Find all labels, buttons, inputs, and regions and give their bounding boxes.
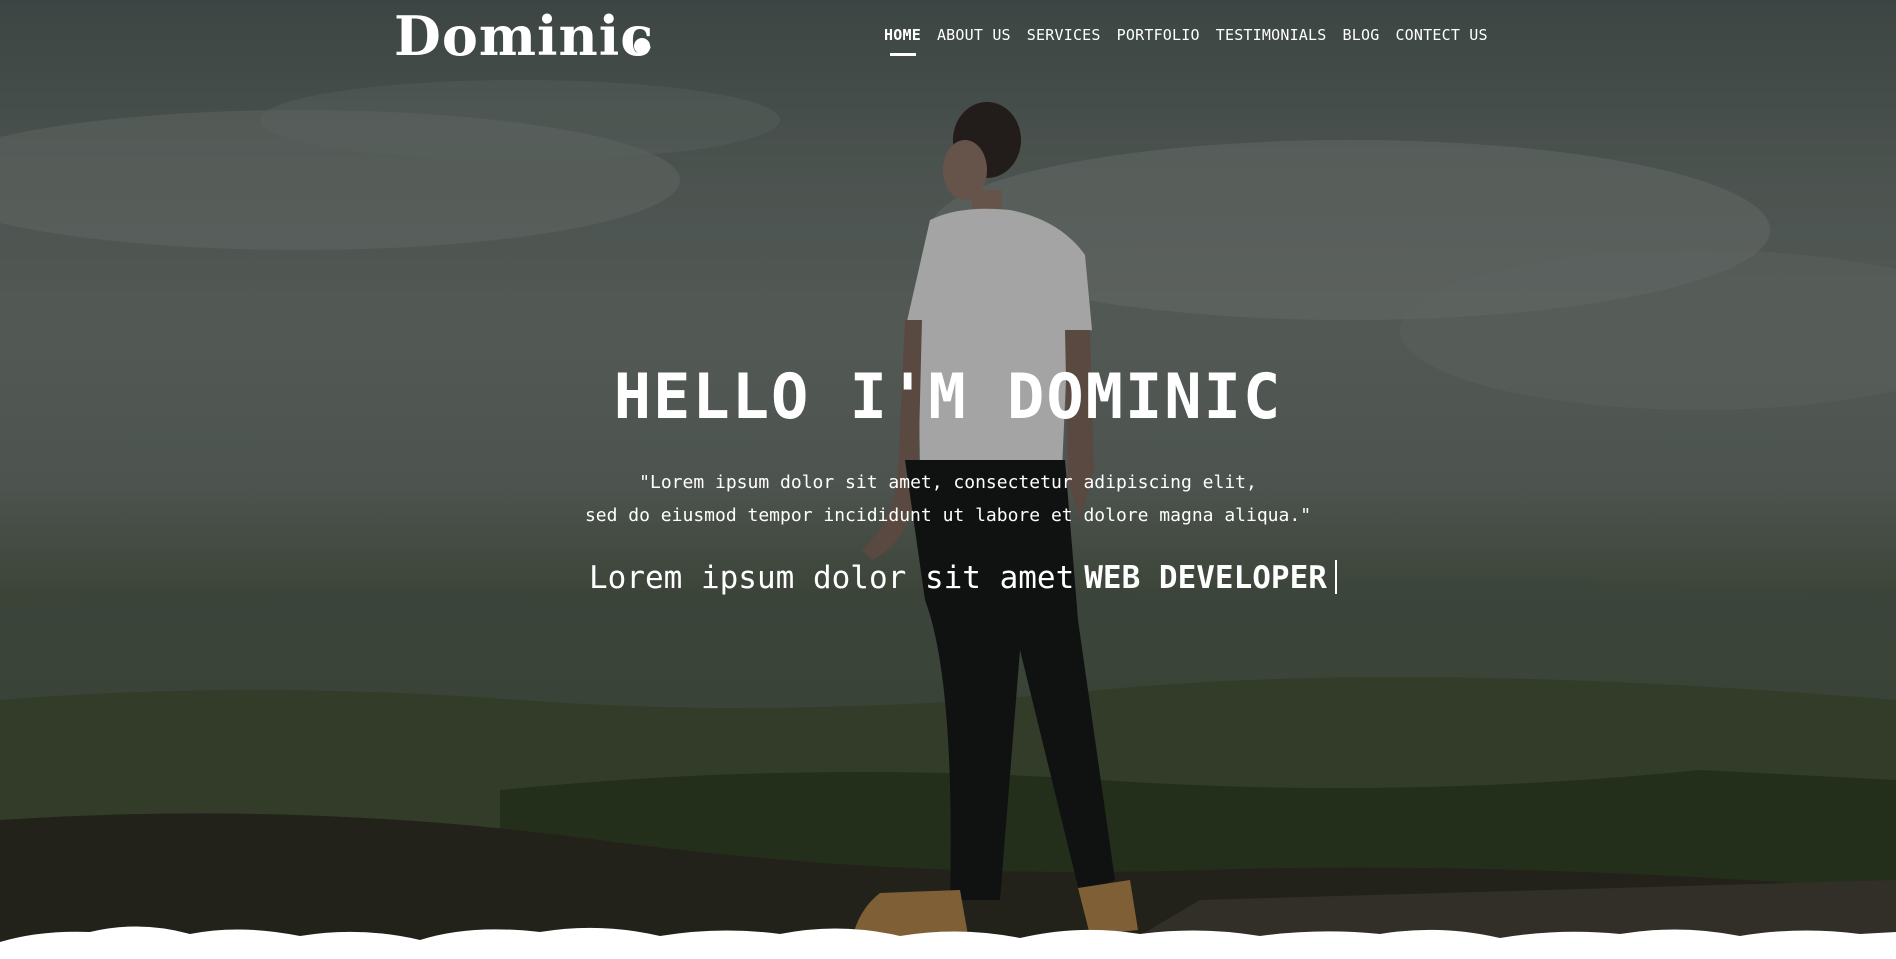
hero-tagline: Lorem ipsum dolor sit amet WEB DEVELOPER <box>589 560 1337 596</box>
bottom-wave-divider <box>0 926 1896 959</box>
nav-blog[interactable]: BLOG <box>1343 26 1380 44</box>
logo-dot <box>634 38 650 54</box>
hero-quote: "Lorem ipsum dolor sit amet, consectetur… <box>0 466 1896 532</box>
tagline-prefix: Lorem ipsum dolor sit amet <box>589 560 1075 596</box>
nav-testimonials[interactable]: TESTIMONIALS <box>1216 26 1327 44</box>
nav-home[interactable]: HOME <box>884 26 921 56</box>
tagline-role: WEB DEVELOPER <box>1084 560 1327 596</box>
hero-quote-line-2: sed do eiusmod tempor incididunt ut labo… <box>584 505 1312 526</box>
hero-headline: HELLO I'M DOMINIC <box>613 360 1283 433</box>
typing-cursor <box>1334 560 1337 594</box>
nav-portfolio[interactable]: PORTFOLIO <box>1117 26 1200 44</box>
site-logo[interactable]: Dominic <box>394 4 654 68</box>
nav-contact-us[interactable]: CONTECT US <box>1395 26 1487 44</box>
nav-about-us[interactable]: ABOUT US <box>937 26 1011 44</box>
main-nav: HOME ABOUT US SERVICES PORTFOLIO TESTIMO… <box>884 26 1504 56</box>
nav-services[interactable]: SERVICES <box>1027 26 1101 44</box>
hero-quote-line-1: "Lorem ipsum dolor sit amet, consectetur… <box>639 472 1257 493</box>
